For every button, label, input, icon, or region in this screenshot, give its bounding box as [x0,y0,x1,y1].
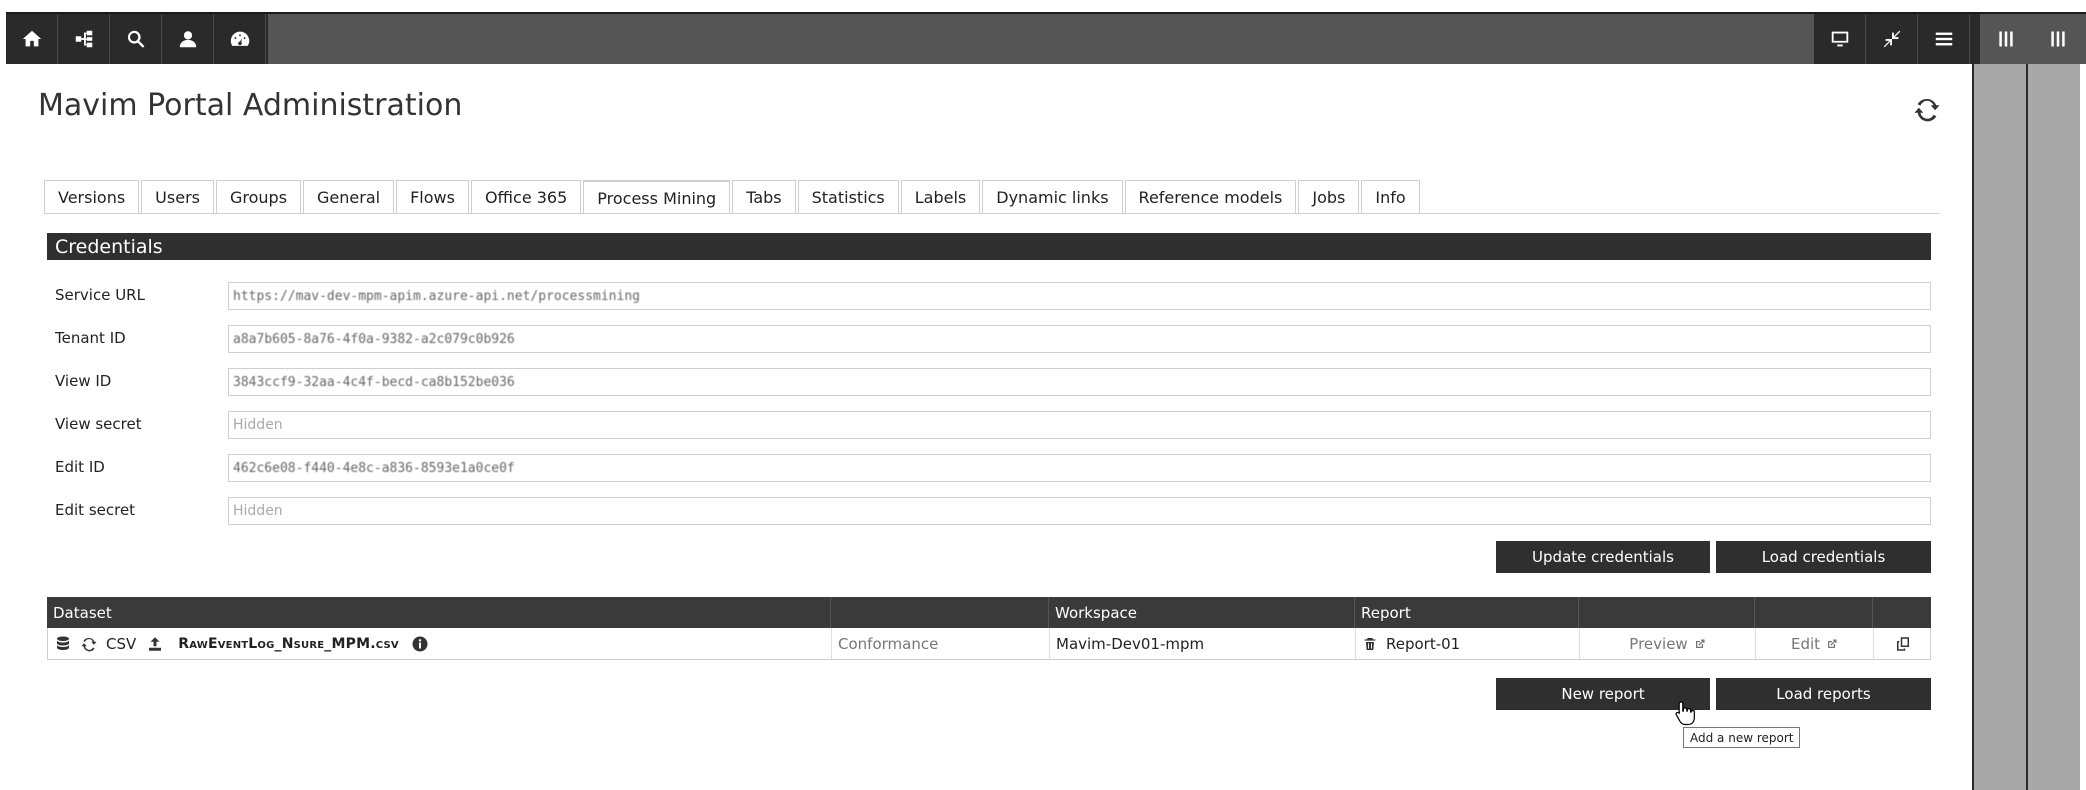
tab-jobs[interactable]: Jobs [1298,180,1360,214]
edit-id-label: Edit ID [55,458,105,476]
edit-link[interactable]: Edit [1756,628,1874,659]
dataset-filename: RawEventLog_Nsure_MPM.csv [178,635,399,652]
side-pane[interactable] [2028,64,2080,790]
tenant-id-input[interactable]: a8a7b605-8a76-4f0a-9382-a2c079c0b926 [228,325,1931,353]
reports-table-header: Dataset Workspace Report [47,597,1931,628]
columns-icon[interactable] [1980,14,2032,64]
edit-label: Edit [1790,634,1821,653]
view-secret-row: View secret Hidden [55,411,1931,439]
monitor-icon[interactable] [1814,14,1866,64]
column-dataset: Dataset [47,597,831,628]
workspace-cell: Mavim-Dev01-mpm [1050,628,1356,659]
side-pane[interactable] [1974,64,2026,790]
view-secret-label: View secret [55,415,142,433]
load-credentials-button[interactable]: Load credentials [1716,541,1931,573]
credentials-header: Credentials [47,233,1931,260]
home-icon[interactable] [6,14,58,64]
refresh-icon[interactable] [80,635,98,653]
view-id-label: View ID [55,372,112,390]
compress-icon[interactable] [1866,14,1918,64]
column-report: Report [1355,597,1579,628]
edit-secret-row: Edit secret Hidden [55,497,1931,525]
tab-info[interactable]: Info [1361,180,1420,214]
page-title: Mavim Portal Administration [38,88,463,123]
menu-icon[interactable] [1918,14,1970,64]
user-icon[interactable] [162,14,214,64]
copy-icon[interactable] [1894,635,1912,653]
edit-secret-label: Edit secret [55,501,136,519]
preview-label: Preview [1629,634,1688,653]
update-credentials-button[interactable]: Update credentials [1496,541,1710,573]
dataset-type: CSV [106,634,137,653]
tab-general[interactable]: General [303,180,395,214]
database-icon[interactable] [54,635,72,653]
toolbar-right-group [1814,14,1980,64]
tab-dynamic-links[interactable]: Dynamic links [982,180,1123,214]
tab-labels[interactable]: Labels [900,180,981,214]
info-icon[interactable] [411,635,429,653]
upload-icon[interactable] [146,635,164,653]
column-edit [1755,597,1873,628]
edit-secret-input[interactable]: Hidden [228,497,1931,525]
tenant-id-row: Tenant ID a8a7b605-8a76-4f0a-9382-a2c079… [55,325,1931,353]
category-cell: Conformance [832,628,1050,659]
table-row: CSV RawEventLog_Nsure_MPM.csv Conformanc… [47,628,1931,660]
tab-flows[interactable]: Flows [396,180,469,214]
column-category [831,597,1049,628]
tooltip: Add a new report [1683,727,1801,748]
edit-id-input[interactable]: 462c6e08-f440-4e8c-a836-8593e1a0ce0f [228,454,1931,482]
report-name: Report-01 [1386,634,1461,653]
app-root: Mavim Portal Administration Versions Use… [0,0,2086,790]
tab-office-365[interactable]: Office 365 [470,180,582,214]
preview-link[interactable]: Preview [1580,628,1756,659]
tab-process-mining[interactable]: Process Mining [583,180,731,214]
columns-icon[interactable] [2032,14,2084,64]
service-url-input[interactable]: https://mav-dev-mpm-apim.azure-api.net/p… [228,282,1931,310]
dashboard-icon[interactable] [214,14,266,64]
copy-cell [1874,628,1932,659]
tab-tabs[interactable]: Tabs [732,180,796,214]
external-link-icon [1828,639,1837,648]
top-toolbar [6,12,2086,64]
external-link-icon [1695,639,1705,648]
edit-id-row: Edit ID 462c6e08-f440-4e8c-a836-8593e1a0… [55,454,1931,482]
view-secret-input[interactable]: Hidden [228,411,1931,439]
column-workspace: Workspace [1049,597,1355,628]
tab-statistics[interactable]: Statistics [797,180,899,214]
refresh-icon[interactable] [1912,94,1942,124]
dataset-cell: CSV RawEventLog_Nsure_MPM.csv [48,628,832,659]
tab-versions[interactable]: Versions [44,180,140,214]
service-url-label: Service URL [55,286,145,304]
column-copy [1873,597,1931,628]
service-url-row: Service URL https://mav-dev-mpm-apim.azu… [55,282,1931,310]
toolbar-left-group [6,14,268,64]
column-preview [1579,597,1755,628]
search-icon[interactable] [110,14,162,64]
tabs-divider [44,213,1940,214]
load-reports-button[interactable]: Load reports [1716,678,1931,710]
hand-cursor-icon [1675,701,1695,726]
admin-tabs: Versions Users Groups General Flows Offi… [44,180,1422,214]
trash-icon[interactable] [1362,636,1378,652]
report-cell: Report-01 [1356,628,1580,659]
sitemap-icon[interactable] [58,14,110,64]
tab-groups[interactable]: Groups [215,180,302,214]
tenant-id-label: Tenant ID [55,329,126,347]
tab-reference-models[interactable]: Reference models [1124,180,1297,214]
view-id-row: View ID 3843ccf9-32aa-4c4f-becd-ca8b152b… [55,368,1931,396]
tab-users[interactable]: Users [141,180,214,214]
view-id-input[interactable]: 3843ccf9-32aa-4c4f-becd-ca8b152be036 [228,368,1931,396]
